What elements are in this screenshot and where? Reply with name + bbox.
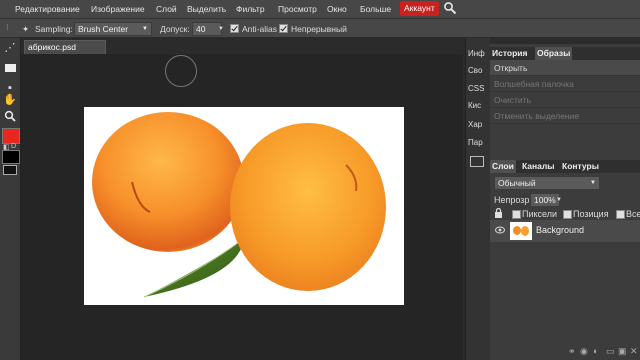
strip-brush[interactable]: Кис [468, 97, 490, 115]
tab-channels[interactable]: Каналы [520, 160, 557, 173]
tab-layers[interactable]: Слои [490, 160, 516, 173]
chevron-down-icon: ▼ [142, 26, 148, 32]
lock-position-checkbox[interactable] [563, 210, 572, 219]
document-title: абрикос.psd [28, 42, 76, 52]
opacity-label: Непрозр.: [494, 195, 535, 205]
document-canvas[interactable] [84, 107, 404, 305]
panel-collapse-bar[interactable] [490, 38, 640, 44]
strip-character[interactable]: Хар [468, 116, 490, 134]
document-tab[interactable]: абрикос.psd [24, 40, 106, 55]
foreground-color-swatch[interactable] [2, 128, 20, 144]
delete-layer-icon[interactable]: ✕ [630, 346, 638, 357]
brush-cursor [165, 55, 197, 87]
tab-paths[interactable]: Контуры [560, 160, 601, 173]
sampling-select[interactable]: Brush Center ▼ [74, 22, 152, 36]
antialias-label: Anti-alias [242, 24, 277, 34]
link-layers-icon[interactable]: ⚭ [568, 346, 576, 357]
opacity-value: 100% [534, 195, 556, 205]
background-color-swatch[interactable] [2, 150, 20, 164]
menu-window[interactable]: Окно [327, 4, 347, 14]
history-item[interactable]: Очистить [490, 92, 640, 108]
tolerance-value: 40 [196, 24, 206, 34]
layer-thumbnail [510, 222, 532, 240]
tab-history[interactable]: История [490, 47, 529, 60]
layers-tabs: Слои Каналы Контуры [490, 160, 640, 173]
new-folder-icon[interactable]: ▭ [606, 346, 615, 357]
zoom-icon[interactable] [2, 110, 18, 126]
search-icon[interactable] [443, 1, 457, 17]
lock-pixels-checkbox[interactable] [512, 210, 521, 219]
magic-wand-tool-icon[interactable]: ⋰ [2, 40, 18, 56]
menu-image[interactable]: Изображение [91, 4, 145, 14]
menu-layer[interactable]: Слой [156, 4, 177, 14]
right-panels: История Образы Открыть Волшебная палочка… [490, 38, 640, 360]
account-button[interactable]: Аккаунт [400, 1, 439, 16]
tolerance-label: Допуск: [160, 24, 190, 34]
contiguous-checkbox[interactable] [279, 24, 288, 33]
layer-style-icon[interactable]: ◉ [580, 346, 588, 357]
sampling-label: Sampling: [35, 24, 73, 34]
grip-icon: ⁝ [6, 22, 9, 32]
left-apricot [92, 112, 244, 252]
new-layer-icon[interactable]: ▣ [618, 346, 627, 357]
image-icon[interactable] [470, 156, 484, 167]
strip-info[interactable]: Инф [468, 45, 490, 63]
sampling-value: Brush Center [78, 24, 129, 34]
default-colors-icon[interactable]: D [11, 143, 16, 150]
quick-mask-icon[interactable] [3, 165, 17, 175]
strip-css[interactable]: CSS [468, 80, 490, 98]
magic-wand-icon: ✦ [22, 24, 30, 34]
tool-options-bar: ⁝ ✦ Sampling: Brush Center ▼ Допуск: 40 … [0, 19, 640, 38]
history-item[interactable]: Открыть [490, 60, 640, 76]
blend-mode-select[interactable]: Обычный ▼ [494, 176, 600, 190]
antialias-checkbox[interactable] [230, 24, 239, 33]
adjustment-icon[interactable]: ◐ [593, 346, 598, 356]
chevron-down-icon: ▼ [590, 180, 596, 186]
layer-name: Background [536, 225, 585, 235]
opacity-dropdown-icon[interactable]: ▼ [556, 197, 562, 203]
menu-select[interactable]: Выделить [187, 4, 226, 14]
rectangle-shape-icon[interactable] [2, 60, 18, 76]
history-tabs: История Образы [490, 47, 640, 60]
toolbar: ⋰ ▪ ✋ ◧ D [0, 38, 21, 360]
contiguous-label: Непрерывный [291, 24, 347, 34]
apricot-image [92, 112, 386, 298]
layer-row[interactable]: Background [490, 220, 640, 242]
lock-all-checkbox[interactable] [616, 210, 625, 219]
menu-bar: Редактирование Изображение Слой Выделить… [0, 0, 640, 19]
menu-edit[interactable]: Редактирование [15, 4, 80, 14]
lock-pixels-label: Пиксели [522, 209, 558, 219]
history-item[interactable]: Волшебная палочка [490, 76, 640, 92]
blend-mode-value: Обычный [498, 178, 536, 188]
menu-filter[interactable]: Фильтр [236, 4, 265, 14]
menu-more[interactable]: Больше [360, 4, 391, 14]
tolerance-dropdown-icon[interactable]: ▼ [218, 26, 224, 32]
lock-all-label: Все [626, 209, 640, 219]
menu-view[interactable]: Просмотр [278, 4, 317, 14]
right-apricot [230, 123, 386, 291]
hand-icon[interactable]: ✋ [2, 92, 18, 108]
lock-icon [494, 207, 503, 220]
tab-snapshots[interactable]: Образы [535, 47, 573, 60]
history-item[interactable]: Отменить выделение [490, 108, 640, 124]
strip-paragraph[interactable]: Пар [468, 134, 490, 152]
eye-icon[interactable] [495, 226, 505, 236]
panel-strip: Инф Сво CSS Кис Хар Пар [465, 38, 490, 360]
lock-position-label: Позиция [573, 209, 609, 219]
strip-properties[interactable]: Сво [468, 62, 490, 80]
